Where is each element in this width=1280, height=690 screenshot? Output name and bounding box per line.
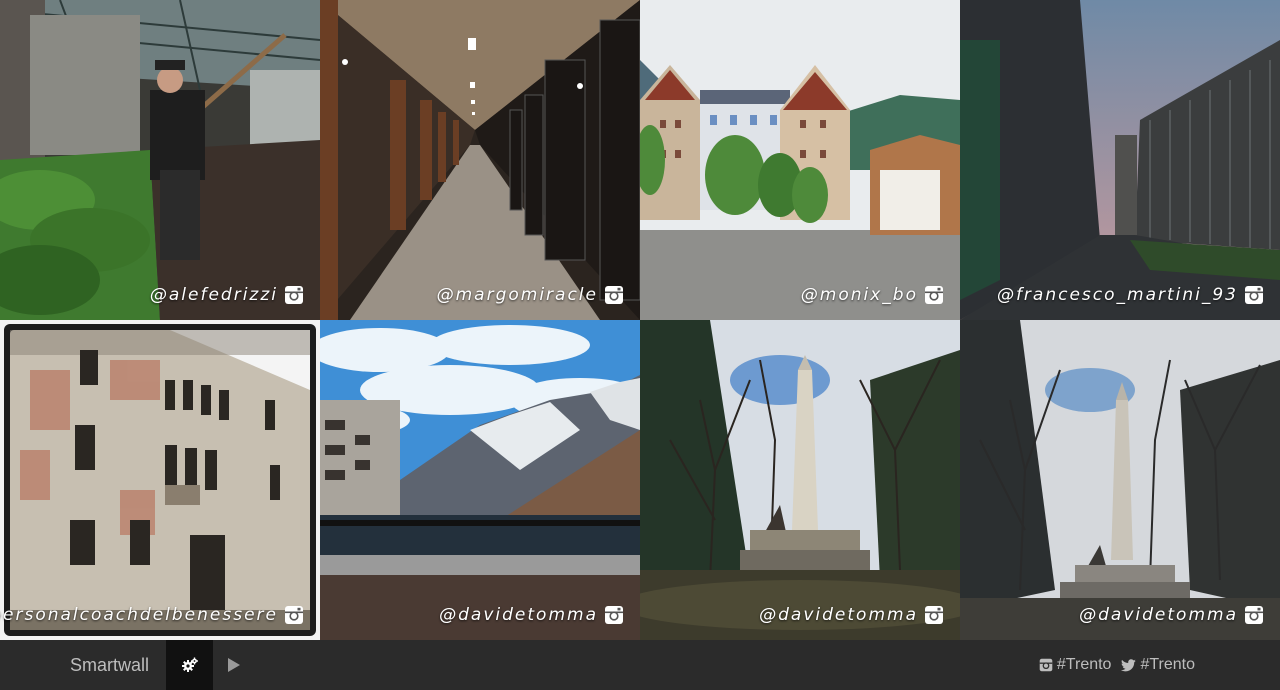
- instagram-handle[interactable]: @davidetomma: [1079, 604, 1264, 626]
- instagram-handle[interactable]: @alefedrizzi: [150, 284, 304, 306]
- instagram-icon: [605, 606, 623, 624]
- hashtag-label: #Trento: [1140, 656, 1195, 673]
- instagram-hashtag[interactable]: #Trento: [1039, 656, 1112, 674]
- photo-image: [0, 0, 320, 320]
- play-button[interactable]: [222, 640, 246, 690]
- photo-tile[interactable]: @davidetomma: [320, 320, 640, 640]
- handle-text: @francesco_martini_93: [996, 285, 1238, 305]
- instagram-icon: [925, 606, 943, 624]
- instagram-handle[interactable]: @davidetomma: [759, 604, 944, 626]
- handle-text: @monix_bo: [800, 285, 918, 305]
- instagram-handle[interactable]: @margomiracle: [437, 284, 624, 306]
- instagram-handle[interactable]: @davidetomma: [439, 604, 624, 626]
- brand-name[interactable]: Smartwall: [70, 640, 149, 690]
- footer-bar: Smartwall #Trento #Trento: [0, 640, 1280, 690]
- photo-image: [320, 0, 640, 320]
- hashtag-list: #Trento #Trento: [1039, 640, 1195, 690]
- instagram-handle[interactable]: @monix_bo: [801, 284, 944, 306]
- hashtag-label: #Trento: [1056, 656, 1112, 673]
- photo-tile[interactable]: @personalcoachdelbenessere: [0, 320, 320, 640]
- handle-text: @davidetomma: [439, 605, 598, 625]
- photo-tile[interactable]: @margomiracle: [320, 0, 640, 320]
- photo-image: [960, 320, 1280, 640]
- instagram-icon: [925, 286, 943, 304]
- photo-image: [640, 320, 960, 640]
- handle-text: @davidetomma: [1079, 605, 1238, 625]
- instagram-icon: [285, 606, 303, 624]
- handle-text: @personalcoachdelbenessere: [0, 605, 278, 625]
- gears-icon: [181, 657, 198, 672]
- photo-image: [960, 0, 1280, 320]
- instagram-handle[interactable]: @francesco_martini_93: [997, 284, 1264, 306]
- photo-tile[interactable]: @alefedrizzi: [0, 0, 320, 320]
- photo-tile[interactable]: @monix_bo: [640, 0, 960, 320]
- handle-text: @margomiracle: [436, 285, 598, 305]
- instagram-icon: [285, 286, 303, 304]
- photo-grid: @alefedrizzi @margomiracle @monix_bo @fr…: [0, 0, 1280, 640]
- instagram-icon: [1039, 658, 1053, 672]
- handle-text: @davidetomma: [759, 605, 918, 625]
- handle-text: @alefedrizzi: [149, 285, 278, 305]
- instagram-icon: [1245, 606, 1263, 624]
- twitter-icon: [1121, 658, 1137, 671]
- photo-tile[interactable]: @davidetomma: [640, 320, 960, 640]
- photo-image: [320, 320, 640, 640]
- instagram-handle[interactable]: @personalcoachdelbenessere: [0, 604, 304, 626]
- settings-button[interactable]: [166, 640, 213, 690]
- play-icon: [228, 658, 240, 672]
- photo-image: [0, 320, 320, 640]
- instagram-icon: [1245, 286, 1263, 304]
- photo-tile[interactable]: @francesco_martini_93: [960, 0, 1280, 320]
- instagram-icon: [605, 286, 623, 304]
- photo-image: [640, 0, 960, 320]
- twitter-hashtag[interactable]: #Trento: [1121, 656, 1195, 674]
- photo-tile[interactable]: @davidetomma: [960, 320, 1280, 640]
